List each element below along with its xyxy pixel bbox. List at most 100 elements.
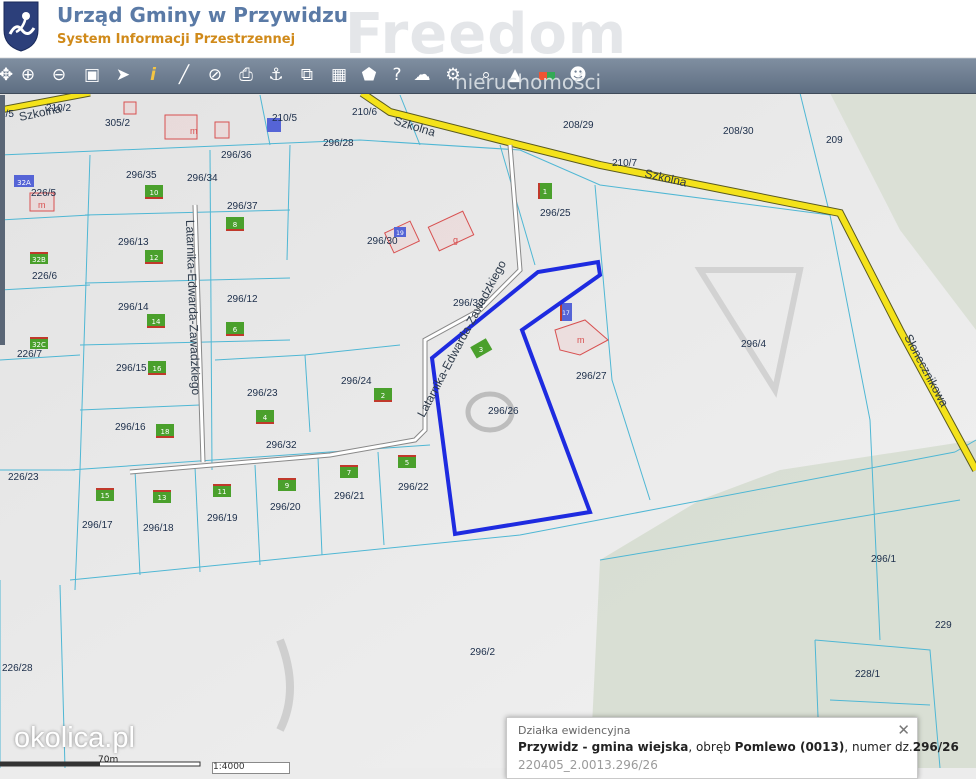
- gmina-name: Przywidz - gmina wiejska: [518, 740, 689, 754]
- building-marker-m: m: [190, 126, 198, 136]
- cloud-upload-icon[interactable]: ☁: [410, 63, 434, 87]
- map-canvas[interactable]: m g m m 10 12 14 16 18 8 6 4 2 1 5 7 9 1…: [0, 93, 976, 768]
- parcel-label: 296/21: [334, 491, 365, 502]
- parcel-number: 296/26: [912, 740, 959, 754]
- house-number: 9: [285, 482, 289, 490]
- parcel-info-popup: Działka ewidencyjna ✕ Przywidz - gmina w…: [506, 717, 959, 779]
- parcel-label: 296/24: [341, 376, 372, 387]
- house-number: 13: [158, 494, 167, 502]
- scale-select[interactable]: 1:4000: [212, 762, 290, 774]
- parcel-label: 296/17: [82, 520, 113, 531]
- okolica-watermark: okolica.pl: [14, 722, 135, 754]
- parcel-label: 296/35: [126, 170, 157, 181]
- parcel-label: 210/7: [612, 158, 637, 169]
- map-icon[interactable]: ⬟: [357, 63, 381, 87]
- zoom-out-icon[interactable]: ⊖: [47, 63, 71, 87]
- house-number: 7: [347, 469, 351, 477]
- house-number: 14: [152, 318, 161, 326]
- numer-label: , numer dz.: [844, 740, 913, 754]
- app-header: Urząd Gminy w Przywidzu System Informacj…: [0, 0, 976, 67]
- house-number: 8: [233, 221, 237, 229]
- app-subtitle: System Informacji Przestrzennej: [57, 32, 296, 47]
- parcel-label: 296/25: [540, 208, 571, 219]
- parcel-identifier: 220405_2.0013.296/26: [518, 758, 658, 772]
- house-number: 2: [381, 392, 385, 400]
- house-number: 1: [543, 188, 547, 196]
- zoom-extent-icon[interactable]: ▣: [80, 63, 104, 87]
- obreb-name: Pomlewo (0013): [734, 740, 845, 754]
- print-icon[interactable]: ⎙: [234, 63, 258, 87]
- parcel-label: 296/13: [118, 237, 149, 248]
- parcel-label: 296/2: [470, 647, 495, 658]
- parcel-label: 296/16: [115, 422, 146, 433]
- zoom-in-icon[interactable]: ⊕: [16, 63, 40, 87]
- parcel-label: 296/1: [871, 554, 896, 565]
- parcel-label: 296/23: [247, 388, 278, 399]
- parcel-label: 226/7: [17, 349, 42, 360]
- map-svg[interactable]: m g m m 10 12 14 16 18 8 6 4 2 1 5 7 9 1…: [0, 93, 976, 768]
- parcel-label: 296/34: [187, 173, 218, 184]
- measure-ruler-icon[interactable]: ╱: [172, 63, 196, 87]
- house-number: 5: [405, 459, 409, 467]
- app-title: Urząd Gminy w Przywidzu: [57, 3, 349, 27]
- parcel-label: 226/5: [31, 188, 56, 199]
- parcel-label: 208/29: [563, 120, 594, 131]
- parcel-label: 296/37: [227, 201, 258, 212]
- help-icon[interactable]: ?: [385, 63, 409, 87]
- parcel-label: 296/36: [221, 150, 252, 161]
- parcel-label: 296/32: [266, 440, 297, 451]
- building-marker-m: m: [577, 335, 585, 345]
- layers-icon[interactable]: ⧉: [295, 63, 319, 87]
- house-number: 32C: [32, 341, 46, 349]
- parcel-label: 226/23: [8, 472, 39, 483]
- parcel-label: 208/30: [723, 126, 754, 137]
- popup-title: Działka ewidencyjna: [518, 724, 631, 737]
- parcel-label: 305/2: [105, 118, 130, 129]
- parcel-label: 226/6: [32, 271, 57, 282]
- link-icon[interactable]: ⊘: [203, 63, 227, 87]
- info-icon[interactable]: i: [141, 63, 165, 87]
- parcel-label: 210/5: [272, 113, 297, 124]
- house-number: 12: [150, 254, 159, 262]
- anchor-icon[interactable]: ⚓: [264, 63, 288, 87]
- house-number: 11: [218, 488, 227, 496]
- parcel-label: 209: [826, 135, 843, 146]
- house-number: 17: [562, 310, 570, 317]
- parcel-label: 226/28: [2, 663, 33, 674]
- house-number: 32A: [17, 179, 31, 187]
- parcel-label: 296/20: [270, 502, 301, 513]
- house-number: 4: [263, 414, 268, 422]
- nieruchomosci-watermark: nieruchomości: [455, 70, 602, 94]
- house-number: 18: [161, 428, 170, 436]
- building-marker-m: m: [38, 200, 46, 210]
- close-x-icon[interactable]: ✕: [897, 721, 910, 739]
- scale-label: 70m: [98, 755, 119, 765]
- house-number: 15: [101, 492, 110, 500]
- parcel-label: 296/4: [741, 339, 766, 350]
- house-number: 10: [150, 189, 159, 197]
- parcel-label: 296/15: [116, 363, 147, 374]
- house-number: 16: [153, 365, 162, 373]
- parcel-label: 296/27: [576, 371, 607, 382]
- parcel-label: 296/26: [488, 406, 519, 417]
- parcel-label: 296/30: [367, 236, 398, 247]
- select-arrow-icon[interactable]: ➤: [111, 63, 135, 87]
- swan-shield-icon: [3, 1, 39, 52]
- house-number: 32B: [32, 256, 46, 264]
- house-number: 3: [479, 346, 483, 354]
- side-panel-handle[interactable]: [0, 95, 5, 345]
- obreb-label: , obręb: [688, 740, 735, 754]
- table-icon[interactable]: ▦: [327, 63, 351, 87]
- parcel-label: 296/19: [207, 513, 238, 524]
- parcel-label: 210/6: [352, 107, 377, 118]
- building-marker-g: g: [453, 235, 458, 245]
- parcel-label: 296/18: [143, 523, 174, 534]
- parcel-label: 296/14: [118, 302, 149, 313]
- parcel-label: 296/28: [323, 138, 354, 149]
- house-number: 6: [233, 326, 238, 334]
- parcel-label: 296/12: [227, 294, 258, 305]
- parcel-description: Przywidz - gmina wiejska, obręb Pomlewo …: [518, 740, 959, 754]
- parcel-label: 229: [935, 620, 952, 631]
- parcel-label: 296/22: [398, 482, 429, 493]
- parcel-label: 228/1: [855, 669, 880, 680]
